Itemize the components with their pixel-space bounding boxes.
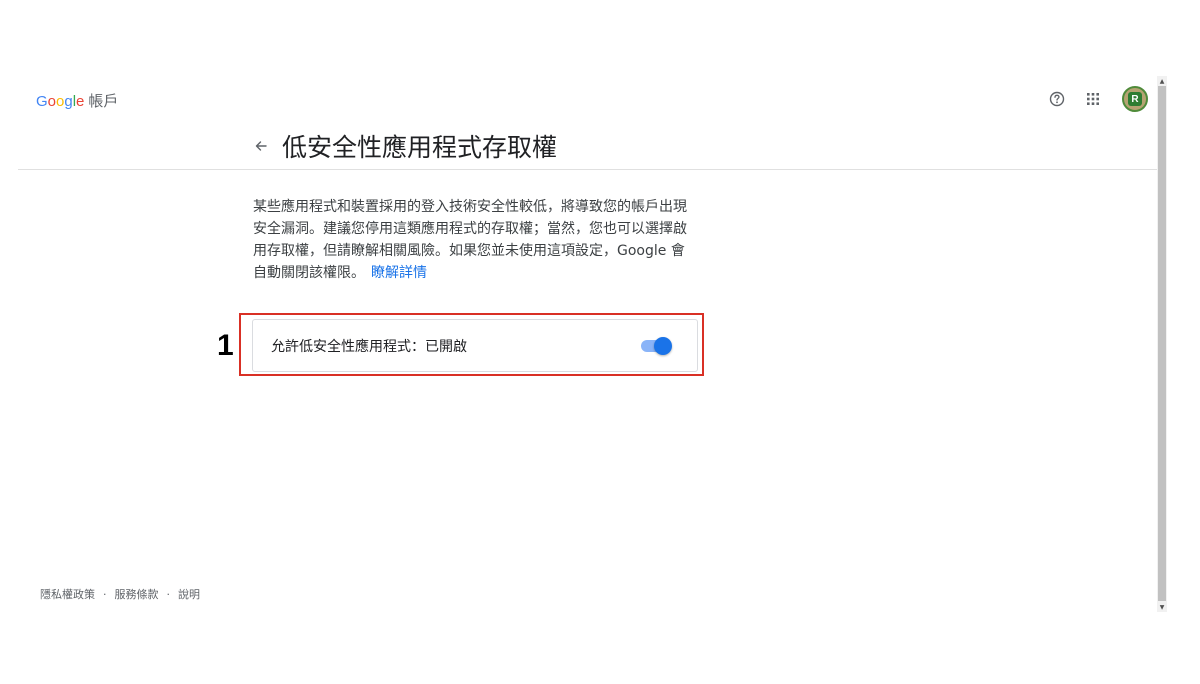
privacy-policy-link[interactable]: 隱私權政策 — [40, 586, 95, 602]
annotation-number: 1 — [217, 329, 234, 362]
less-secure-apps-setting[interactable]: 允許低安全性應用程式：已開啟 — [252, 319, 698, 372]
top-bar-actions: R — [1046, 86, 1148, 112]
footer-links: 隱私權政策 · 服務條款 · 說明 — [40, 586, 200, 602]
help-link[interactable]: 說明 — [178, 586, 200, 602]
account-avatar[interactable]: R — [1122, 86, 1148, 112]
scroll-up-arrow-icon[interactable]: ▲ — [1157, 76, 1167, 86]
header-divider — [18, 169, 1158, 170]
terms-of-service-link[interactable]: 服務條款 — [115, 586, 159, 602]
logo-letter: G — [36, 93, 48, 110]
google-account-logo[interactable]: Google 帳戶 — [36, 90, 118, 110]
help-icon[interactable] — [1046, 88, 1068, 110]
learn-more-link[interactable]: 瞭解詳情 — [371, 265, 427, 281]
apps-grid-icon[interactable] — [1082, 88, 1104, 110]
setting-label: 允許低安全性應用程式：已開啟 — [271, 338, 467, 355]
description-text: 某些應用程式和裝置採用的登入技術安全性較低，將導致您的帳戶出現安全漏洞。建議您停… — [253, 196, 693, 284]
vertical-scrollbar[interactable]: ▲ ▼ — [1157, 76, 1167, 612]
logo-letter: g — [64, 93, 73, 110]
logo-letter: e — [76, 93, 85, 110]
less-secure-apps-toggle[interactable] — [639, 336, 673, 356]
product-name: 帳戶 — [88, 93, 119, 110]
avatar-letter: R — [1128, 92, 1142, 106]
footer-separator: · — [103, 587, 107, 601]
page-title: 低安全性應用程式存取權 — [282, 133, 558, 162]
toggle-knob — [654, 336, 672, 355]
scrollbar-thumb[interactable] — [1158, 86, 1166, 601]
logo-letter: o — [47, 93, 57, 110]
back-arrow-icon[interactable] — [251, 134, 271, 158]
google-logo: Google — [36, 93, 84, 110]
footer-separator: · — [166, 587, 171, 601]
scroll-down-arrow-icon[interactable]: ▼ — [1157, 602, 1167, 612]
description-body: 某些應用程式和裝置採用的登入技術安全性較低，將導致您的帳戶出現安全漏洞。建議您停… — [253, 199, 687, 281]
